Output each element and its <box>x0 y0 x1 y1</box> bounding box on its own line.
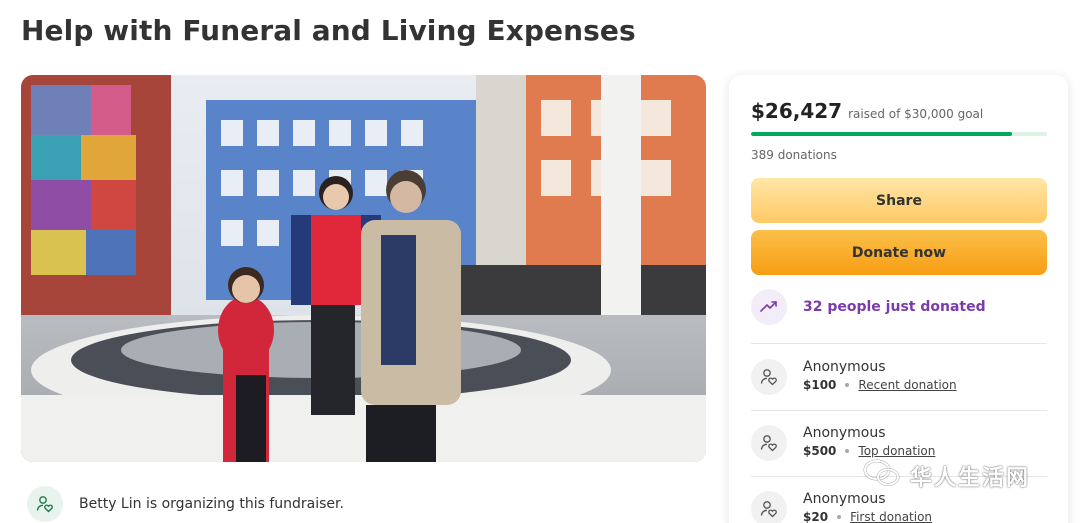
watermark-text: 华人生活网 <box>910 465 1031 491</box>
trending-up-icon <box>751 289 787 325</box>
donor-heart-icon <box>751 359 787 395</box>
donation-amount: $100 <box>803 378 837 392</box>
organizer-text: Betty Lin is organizing this fundraiser. <box>79 496 344 512</box>
amount-row: $26,427 raised of $30,000 goal <box>751 99 983 123</box>
donation-count: 389 donations <box>751 148 837 162</box>
donation-tag-link[interactable]: Recent donation <box>858 378 956 392</box>
divider <box>751 343 1047 344</box>
separator-dot <box>845 383 850 387</box>
fundraiser-hero-image[interactable] <box>21 75 706 462</box>
separator-dot <box>845 449 850 453</box>
donation-card: $26,427 raised of $30,000 goal 389 donat… <box>729 75 1068 523</box>
organizer-row: Betty Lin is organizing this fundraiser. <box>27 485 344 523</box>
family-photo <box>21 75 706 462</box>
divider <box>751 410 1047 411</box>
donor-name: Anonymous <box>803 359 886 375</box>
donor-name: Anonymous <box>803 425 886 441</box>
watermark: 华人生活网 <box>862 458 1030 493</box>
donation-tag-link[interactable]: First donation <box>850 510 932 523</box>
separator-dot <box>837 515 842 519</box>
trend-text: 32 people just donated <box>803 299 986 315</box>
donor-heart-icon <box>751 491 787 523</box>
recent-activity: 32 people just donated <box>751 289 986 325</box>
user-heart-icon <box>27 486 63 522</box>
raised-amount: $26,427 <box>751 99 843 123</box>
share-button[interactable]: Share <box>751 178 1047 223</box>
donation-tag-link[interactable]: Top donation <box>858 444 935 458</box>
donation-item: Anonymous $100 Recent donation <box>751 358 957 395</box>
progress-fill <box>751 132 1012 136</box>
page-title: Help with Funeral and Living Expenses <box>21 14 636 47</box>
donor-heart-icon <box>751 425 787 461</box>
donation-item: Anonymous $20 First donation <box>751 490 932 523</box>
goal-text: raised of $30,000 goal <box>848 107 984 121</box>
donation-amount: $20 <box>803 510 829 523</box>
donate-now-button[interactable]: Donate now <box>751 230 1047 275</box>
wechat-icon <box>862 458 902 493</box>
donation-item: Anonymous $500 Top donation <box>751 424 935 461</box>
donation-amount: $500 <box>803 444 837 458</box>
progress-bar <box>751 132 1047 136</box>
